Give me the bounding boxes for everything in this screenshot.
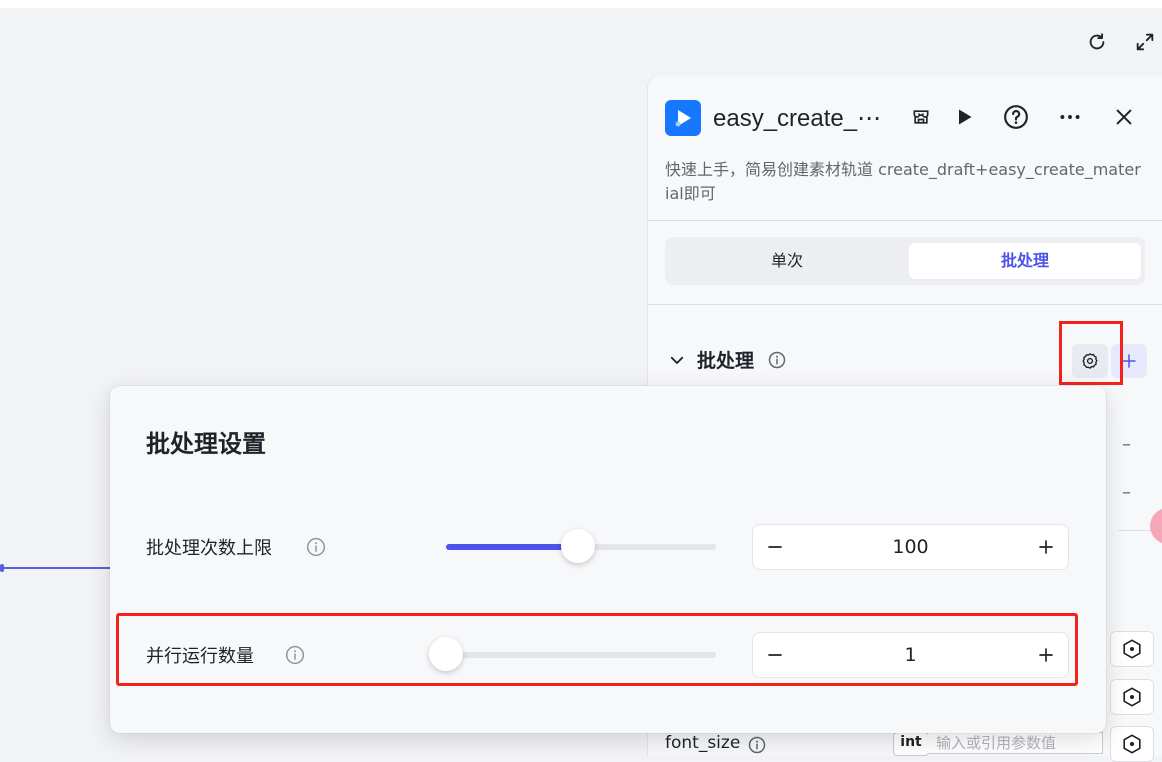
panel-header: easy_create_⋯ 快速上手，简易创建素材轨道 create_draft… — [648, 76, 1162, 221]
hexagon-ref-icon — [1123, 734, 1141, 754]
slider-fill — [446, 544, 579, 550]
close-icon[interactable] — [1110, 103, 1138, 131]
run-mode-tabs: 单次 批处理 — [665, 237, 1145, 285]
tab-single[interactable]: 单次 — [671, 243, 903, 279]
max-batch-count-value[interactable]: 100 — [801, 525, 1020, 569]
param-label-font-size: font_size — [665, 733, 741, 753]
remove-item-icon[interactable]: – — [1122, 482, 1131, 503]
help-icon[interactable] — [1002, 103, 1030, 131]
info-icon[interactable] — [306, 537, 326, 557]
canvas-connection-line — [0, 567, 112, 569]
batch-section-title: 批处理 — [697, 350, 755, 372]
store-icon[interactable] — [907, 103, 935, 131]
info-icon[interactable] — [748, 736, 766, 754]
reference-variable-button[interactable] — [1110, 726, 1154, 762]
max-batch-count-stepper: 100 — [752, 524, 1069, 570]
tab-batch[interactable]: 批处理 — [909, 243, 1141, 279]
increment-button[interactable] — [1026, 525, 1066, 569]
max-batch-count-slider[interactable] — [446, 529, 716, 563]
refresh-icon[interactable] — [1085, 30, 1109, 54]
plugin-description: 快速上手，简易创建素材轨道 create_draft+easy_create_m… — [665, 160, 1141, 203]
plugin-logo-icon — [665, 100, 701, 136]
font-size-input[interactable]: 输入或引用参数值 — [928, 732, 1103, 754]
reference-variable-button[interactable] — [1110, 631, 1154, 667]
expand-icon[interactable] — [1133, 30, 1157, 54]
chevron-down-icon[interactable] — [668, 351, 686, 369]
slider-thumb[interactable] — [561, 529, 596, 563]
max-batch-count-label: 批处理次数上限 — [146, 538, 272, 559]
plugin-title: easy_create_⋯ — [713, 105, 882, 132]
more-icon[interactable] — [1056, 103, 1084, 131]
run-play-icon[interactable] — [950, 103, 978, 131]
type-badge: int — [893, 732, 929, 756]
minus-icon — [768, 546, 782, 548]
info-icon[interactable] — [768, 351, 786, 369]
highlight-box-gear — [1059, 321, 1123, 385]
popover-title: 批处理设置 — [146, 430, 266, 458]
hexagon-ref-icon — [1123, 639, 1141, 659]
divider — [648, 304, 1162, 305]
decrement-button[interactable] — [755, 525, 795, 569]
reference-variable-button[interactable] — [1110, 679, 1154, 715]
hexagon-ref-icon — [1123, 687, 1141, 707]
remove-item-icon[interactable]: – — [1122, 434, 1131, 455]
plus-icon — [1039, 540, 1053, 554]
top-bar — [0, 0, 1162, 8]
highlight-box-parallel-row — [116, 613, 1078, 686]
